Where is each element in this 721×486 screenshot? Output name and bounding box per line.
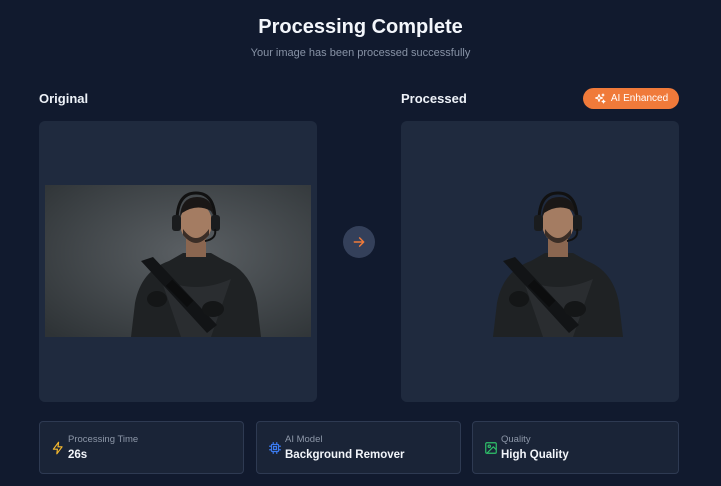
ai-model-label: AI Model — [285, 434, 323, 445]
original-image — [45, 185, 311, 337]
sparkles-icon — [594, 93, 606, 103]
processing-time-value: 26s — [68, 449, 88, 461]
ai-model-card: AI Model Background Remover — [256, 421, 461, 474]
chip-icon — [269, 442, 281, 454]
processing-time-card: Processing Time 26s — [39, 421, 244, 474]
badge-label: AI Enhanced — [610, 93, 669, 104]
processed-image — [493, 191, 623, 337]
page-subtitle: Your image has been processed successful… — [250, 47, 471, 59]
original-image-panel — [39, 121, 317, 402]
arrow-right-icon — [353, 237, 365, 247]
quality-label: Quality — [501, 434, 531, 445]
image-icon — [485, 442, 497, 454]
processing-time-label: Processing Time — [68, 434, 139, 445]
ai-model-value: Background Remover — [285, 449, 405, 461]
processed-label: Processed — [401, 91, 467, 106]
lightning-icon — [52, 441, 63, 455]
quality-card: Quality High Quality — [472, 421, 679, 474]
ai-enhanced-badge: AI Enhanced — [583, 88, 679, 109]
processed-image-panel — [401, 121, 679, 402]
page-title: Processing Complete — [258, 16, 463, 38]
quality-value: High Quality — [501, 449, 569, 461]
next-arrow-button[interactable] — [343, 226, 375, 258]
original-label: Original — [39, 91, 89, 106]
